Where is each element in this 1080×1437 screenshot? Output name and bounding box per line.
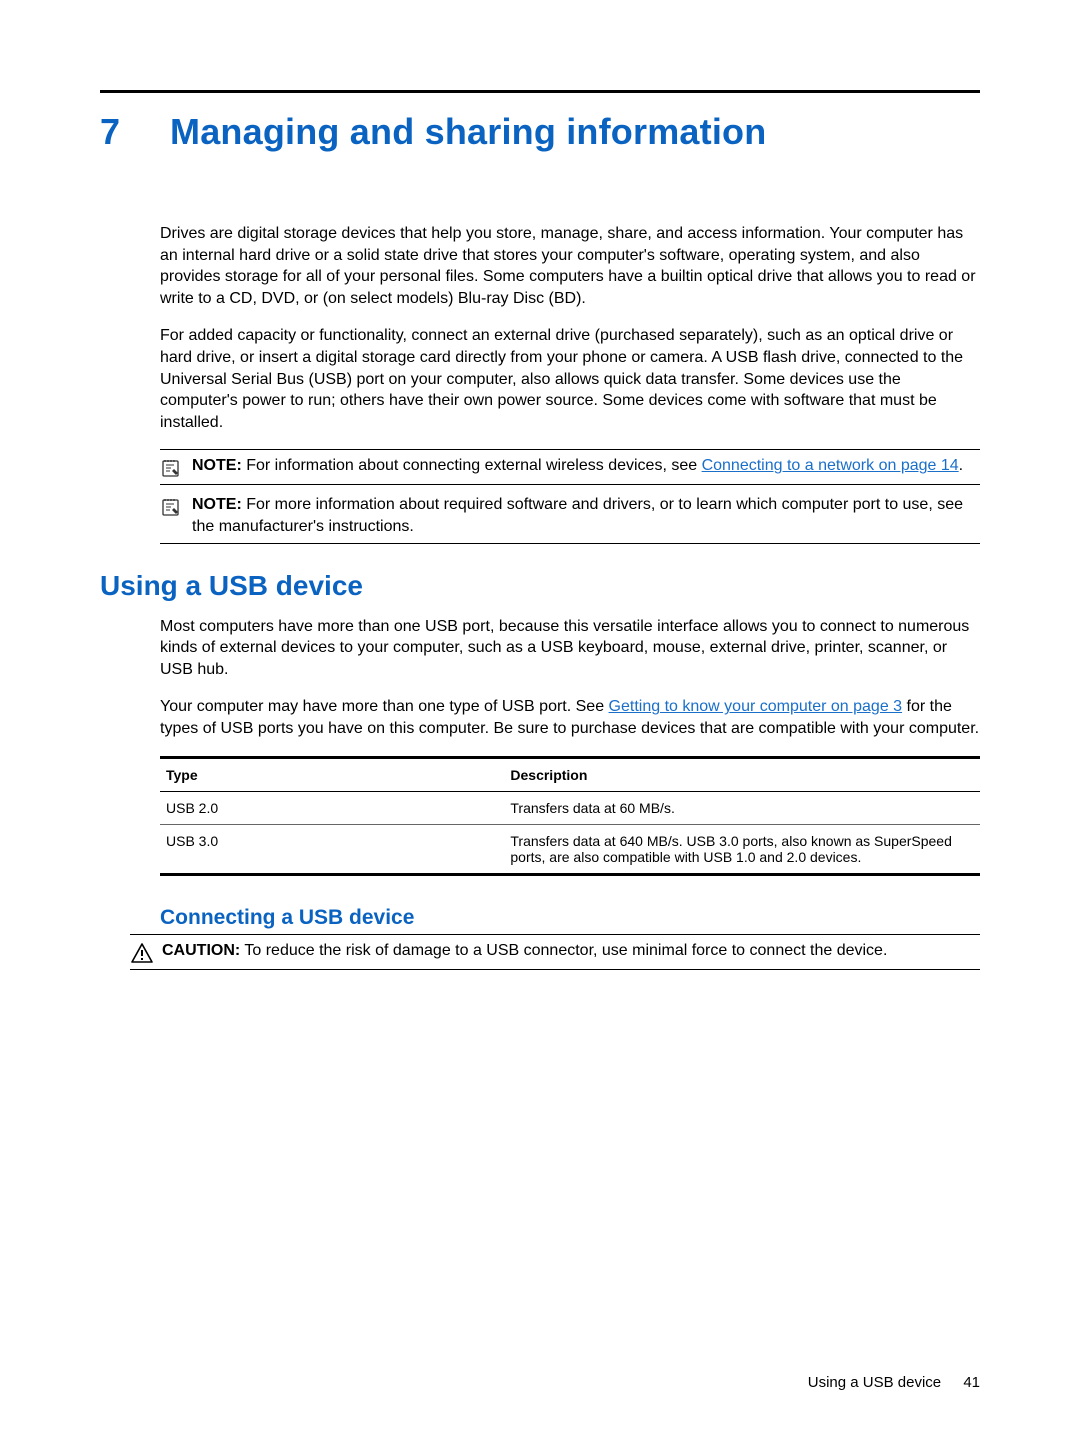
footer-page-number: 41 bbox=[963, 1374, 980, 1391]
cell-desc: Transfers data at 640 MB/s. USB 3.0 port… bbox=[504, 824, 980, 874]
table-header-desc: Description bbox=[504, 757, 980, 791]
table-row: USB 3.0 Transfers data at 640 MB/s. USB … bbox=[160, 824, 980, 874]
link-connecting-network[interactable]: Connecting to a network on page 14 bbox=[702, 457, 959, 474]
page-footer: Using a USB device 41 bbox=[808, 1374, 980, 1391]
caution-icon bbox=[130, 942, 154, 964]
cell-type: USB 2.0 bbox=[160, 791, 504, 824]
intro-paragraph-1: Drives are digital storage devices that … bbox=[160, 223, 980, 309]
usb-p2-pre: Your computer may have more than one typ… bbox=[160, 698, 609, 715]
table-header-type: Type bbox=[160, 757, 504, 791]
intro-paragraph-2: For added capacity or functionality, con… bbox=[160, 325, 980, 433]
note-text-pre: For information about connecting externa… bbox=[242, 457, 702, 474]
note-body-1: NOTE: For information about connecting e… bbox=[192, 455, 980, 477]
cell-desc: Transfers data at 60 MB/s. bbox=[504, 791, 980, 824]
usb-paragraph-2: Your computer may have more than one typ… bbox=[160, 696, 980, 739]
caution-body: CAUTION: To reduce the risk of damage to… bbox=[162, 940, 980, 962]
note-text-post: . bbox=[959, 457, 963, 474]
note-icon bbox=[160, 496, 184, 518]
note-callout-2: NOTE: For more information about require… bbox=[160, 489, 980, 543]
note-label: NOTE: bbox=[192, 457, 242, 474]
table-row: USB 2.0 Transfers data at 60 MB/s. bbox=[160, 791, 980, 824]
note-text: For more information about required soft… bbox=[192, 496, 963, 535]
chapter-number: 7 bbox=[100, 111, 130, 153]
note-icon bbox=[160, 457, 184, 479]
caution-text: To reduce the risk of damage to a USB co… bbox=[240, 942, 887, 959]
chapter-title: Managing and sharing information bbox=[170, 111, 766, 153]
caution-label: CAUTION: bbox=[162, 942, 240, 959]
footer-section-name: Using a USB device bbox=[808, 1374, 941, 1391]
cell-type: USB 3.0 bbox=[160, 824, 504, 874]
link-getting-to-know[interactable]: Getting to know your computer on page 3 bbox=[609, 698, 903, 715]
chapter-heading: 7 Managing and sharing information bbox=[100, 111, 980, 153]
note-body-2: NOTE: For more information about require… bbox=[192, 494, 980, 537]
heading-connecting-usb: Connecting a USB device bbox=[160, 906, 980, 930]
note-callout-1: NOTE: For information about connecting e… bbox=[160, 449, 980, 485]
usb-types-table: Type Description USB 2.0 Transfers data … bbox=[160, 756, 980, 876]
heading-using-usb: Using a USB device bbox=[100, 570, 980, 602]
chapter-rule bbox=[100, 90, 980, 93]
usb-paragraph-1: Most computers have more than one USB po… bbox=[160, 616, 980, 681]
caution-callout: CAUTION: To reduce the risk of damage to… bbox=[130, 934, 980, 970]
note-label: NOTE: bbox=[192, 496, 242, 513]
